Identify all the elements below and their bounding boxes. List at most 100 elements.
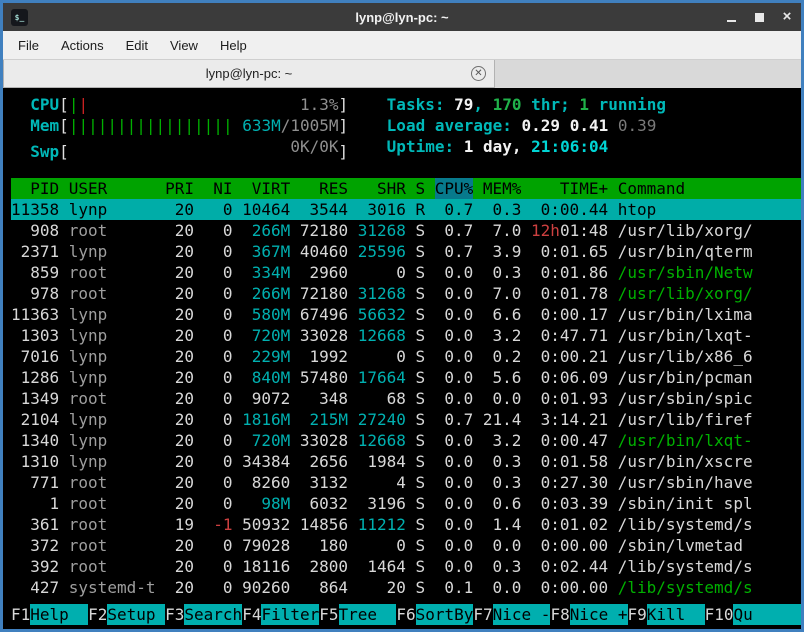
column-header-shr[interactable]: SHR [358, 178, 406, 199]
fn-f5-tree[interactable]: Tree [339, 604, 397, 625]
cell-virt: 98M [242, 493, 290, 514]
maximize-button[interactable] [753, 10, 765, 24]
column-header-pri[interactable]: PRI [165, 178, 194, 199]
fn-f8-nice[interactable]: Nice + [570, 604, 628, 625]
cell-shr: 12668 [358, 325, 406, 346]
process-row[interactable]: 361root19-1509321485611212S0.01.40:01.02… [11, 514, 801, 535]
column-header-s[interactable]: S [415, 178, 425, 199]
column-header-cpu[interactable]: CPU% [435, 178, 474, 199]
cell-cpu: 0.0 [435, 556, 474, 577]
column-header-virt[interactable]: VIRT [242, 178, 290, 199]
process-row[interactable]: 1286lynp200840M5748017664S0.05.60:06.09/… [11, 367, 801, 388]
menu-item-view[interactable]: View [159, 34, 209, 57]
cell-pid: 1303 [11, 325, 59, 346]
text-segment: , [473, 95, 492, 114]
fn-key-f7: F7 [473, 604, 492, 625]
fn-key-f10: F10 [705, 604, 734, 625]
terminal-app-icon: $_ [11, 9, 28, 26]
terminal-tab[interactable]: lynp@lyn-pc: ~ ✕ [3, 60, 495, 88]
cell-virt: 367M [242, 241, 290, 262]
process-row[interactable]: 1340lynp200720M3302812668S0.03.20:00.47/… [11, 430, 801, 451]
cell-ni: 0 [204, 493, 233, 514]
process-row[interactable]: 859root200334M29600S0.00.30:01.86/usr/sb… [11, 262, 801, 283]
column-header-ni[interactable]: NI [204, 178, 233, 199]
process-row[interactable]: 7016lynp200229M19920S0.00.20:00.21/usr/l… [11, 346, 801, 367]
cell-time: 0:00.00 [531, 535, 608, 556]
cell-user: lynp [69, 325, 156, 346]
cell-virt: 50932 [242, 514, 290, 535]
fn-f1-help[interactable]: Help [30, 604, 88, 625]
process-row[interactable]: 978root200266M7218031268S0.07.00:01.78/u… [11, 283, 801, 304]
menu-item-edit[interactable]: Edit [115, 34, 159, 57]
process-row[interactable]: 2371lynp200367M4046025596S0.73.90:01.65/… [11, 241, 801, 262]
column-header-mem[interactable]: MEM% [483, 178, 522, 199]
text-segment: 229M [252, 347, 291, 366]
cell-pid: 361 [11, 514, 59, 535]
column-header-pid[interactable]: PID [11, 178, 59, 199]
process-row[interactable]: 1303lynp200720M3302812668S0.03.20:47.71/… [11, 325, 801, 346]
text-segment: 0.41 [570, 116, 609, 135]
cell-res: 2800 [300, 556, 348, 577]
process-row[interactable]: 2104lynp2001816M215M27240S0.721.43:14.21… [11, 409, 801, 430]
cell-cpu: 0.7 [435, 241, 474, 262]
menu-item-file[interactable]: File [7, 34, 50, 57]
cell-res: 3132 [300, 472, 348, 493]
menu-item-help[interactable]: Help [209, 34, 258, 57]
text-segment: 11212 [358, 515, 406, 534]
cell-ni: -1 [204, 514, 233, 535]
minimize-button[interactable] [725, 10, 737, 24]
cell-res: 14856 [300, 514, 348, 535]
text-segment: 170 [493, 95, 522, 114]
text-segment: running [589, 95, 666, 114]
column-header-time[interactable]: TIME+ [531, 178, 608, 199]
cell-mem: 0.6 [483, 493, 522, 514]
process-row[interactable]: 1310lynp2003438426561984S0.00.30:01.58/u… [11, 451, 801, 472]
cell-virt: 720M [242, 430, 290, 451]
cell-s: S [415, 535, 425, 556]
column-header-command[interactable]: Command [618, 178, 801, 199]
cell-command: /usr/bin/lxima [618, 304, 801, 325]
cell-user: lynp [69, 430, 156, 451]
tab-close-icon[interactable]: ✕ [471, 66, 486, 81]
cell-cpu: 0.0 [435, 514, 474, 535]
cell-pri: 20 [165, 367, 194, 388]
process-row[interactable]: 11358lynp2001046435443016R0.70.30:00.44h… [11, 199, 801, 220]
column-header-user[interactable]: USER [69, 178, 156, 199]
column-header-res[interactable]: RES [300, 178, 348, 199]
cell-res: 72180 [300, 283, 348, 304]
fn-f2-setup[interactable]: Setup [107, 604, 165, 625]
cell-virt: 720M [242, 325, 290, 346]
cell-res: 2656 [300, 451, 348, 472]
cell-user: root [69, 514, 156, 535]
process-row[interactable]: 908root200266M7218031268S0.77.012h01:48/… [11, 220, 801, 241]
cell-command: /usr/sbin/have [618, 472, 801, 493]
cell-cpu: 0.0 [435, 430, 474, 451]
fn-f9-kill[interactable]: Kill [647, 604, 705, 625]
cell-ni: 0 [204, 367, 233, 388]
fn-f10-qu[interactable]: Qu [733, 604, 801, 625]
cell-cpu: 0.0 [435, 493, 474, 514]
close-button[interactable]: × [781, 10, 793, 24]
menu-item-actions[interactable]: Actions [50, 34, 115, 57]
fn-f7-nice[interactable]: Nice - [493, 604, 551, 625]
terminal-window: $_ lynp@lyn-pc: ~ × FileActionsEditViewH… [0, 0, 804, 632]
cell-pid: 372 [11, 535, 59, 556]
cell-pid: 1 [11, 493, 59, 514]
fn-f3-search[interactable]: Search [184, 604, 242, 625]
process-row[interactable]: 427systemd-t2009026086420S0.10.00:00.00/… [11, 577, 801, 598]
text-segment: 98M [261, 494, 290, 513]
process-row[interactable]: 392root2001811628001464S0.00.30:02.44/li… [11, 556, 801, 577]
process-row[interactable]: 771root200826031324S0.00.30:27.30/usr/sb… [11, 472, 801, 493]
fn-f6-sortby[interactable]: SortBy [416, 604, 474, 625]
cell-user: lynp [69, 451, 156, 472]
process-row[interactable]: 372root200790281800S0.00.00:00.00/sbin/l… [11, 535, 801, 556]
cell-res: 2960 [300, 262, 348, 283]
process-row[interactable]: 1root20098M60323196S0.00.60:03.39/sbin/i… [11, 493, 801, 514]
process-row[interactable]: 11363lynp200580M6749656632S0.06.60:00.17… [11, 304, 801, 325]
fn-f4-filter[interactable]: Filter [261, 604, 319, 625]
cell-pid: 1286 [11, 367, 59, 388]
process-row[interactable]: 1349root200907234868S0.00.00:01.93/usr/s… [11, 388, 801, 409]
cell-user: lynp [69, 367, 156, 388]
terminal-screen[interactable]: CPU[||1.3%] Mem[|||||||||||||||||633M/10… [3, 88, 801, 629]
cell-pid: 908 [11, 220, 59, 241]
